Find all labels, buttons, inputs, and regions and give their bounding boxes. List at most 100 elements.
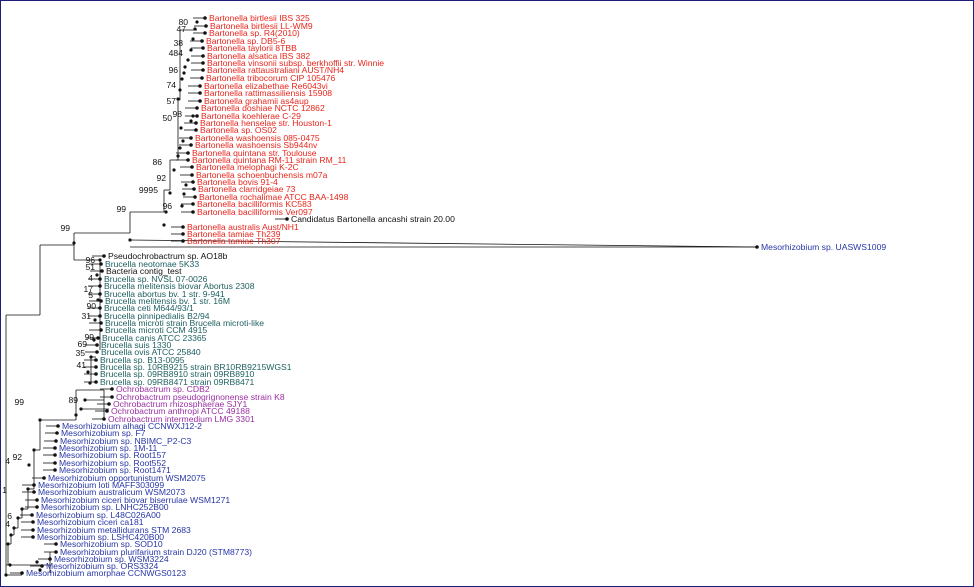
tip-node-33 [99,262,103,266]
tip-node-12 [195,106,199,110]
support-value-7: 98 [172,109,182,119]
tip-node-9 [198,84,202,88]
internal-node-46 [35,560,39,564]
tip-node-20 [190,165,194,169]
support-value-19: 5 [88,290,93,300]
tip-node-75 [20,571,24,575]
tip-node-39 [98,306,102,310]
internal-node-12 [179,126,183,130]
internal-node-24 [72,241,76,245]
tip-node-1 [204,24,208,28]
internal-node-22 [162,223,166,227]
support-value-14: 99 [60,223,70,233]
tip-node-26 [191,210,195,214]
internal-node-3 [189,48,193,52]
tip-node-61 [53,468,57,472]
tip-node-66 [35,505,39,509]
taxon-label-75: Mesorhizobium amorphae CCNWGS0123 [26,568,186,578]
tip-node-28 [181,225,185,229]
tip-node-56 [55,431,59,435]
internal-node-6 [182,71,186,75]
tip-node-69 [31,528,35,532]
tip-node-55 [56,424,60,428]
tip-node-71 [54,542,58,546]
support-value-10: 92 [156,173,166,183]
tip-node-65 [35,498,39,502]
internal-node-9 [176,97,180,101]
taxon-label-30: Bartonella tamiae Th307 [187,236,281,246]
tip-node-35 [98,277,102,281]
tip-node-15 [194,128,198,132]
tip-node-67 [30,513,34,517]
internal-node-34 [79,407,83,411]
internal-node-5 [183,65,187,69]
support-value-25: 41 [76,360,86,370]
internal-node-0 [195,20,199,24]
tip-node-36 [98,284,102,288]
tip-node-7 [201,68,205,72]
internal-node-8 [178,88,182,92]
tip-node-32 [102,254,106,258]
tip-node-3 [200,39,204,43]
tip-node-18 [186,151,190,155]
internal-node-16 [172,168,176,172]
support-value-21: 31 [81,311,91,321]
tip-node-19 [186,158,190,162]
internal-node-48 [4,573,8,577]
support-value-6: 57 [166,96,176,106]
internal-node-38 [27,463,31,467]
internal-node-43 [9,533,13,537]
support-value-13: 99 [116,204,126,214]
tip-node-45 [95,350,99,354]
tip-node-23 [192,187,196,191]
tip-node-37 [98,292,102,296]
internal-node-40 [20,507,24,511]
tip-node-14 [194,121,198,125]
internal-node-19 [180,204,184,208]
tip-node-50 [110,387,114,391]
internal-node-1 [193,27,197,31]
support-value-29: 92 [12,452,22,462]
taxon-label-27: Candidatus Bartonella ancashi strain 20.… [291,214,455,224]
support-value-26: 89 [68,395,78,405]
tip-node-30 [181,239,185,243]
tip-node-43 [96,336,100,340]
internal-node-20 [168,191,172,195]
tip-node-13 [195,114,199,118]
support-value-27: 99 [14,397,24,407]
internal-node-4 [186,58,190,62]
internal-node-41 [16,516,20,520]
internal-node-30 [89,355,93,359]
internal-node-14 [178,146,182,150]
support-value-20: 90 [86,301,96,311]
support-value-4: 96 [168,65,178,75]
tip-node-17 [189,143,193,147]
internal-node-2 [191,37,195,41]
tip-node-22 [191,180,195,184]
tip-node-57 [54,439,58,443]
internal-node-31 [86,370,90,374]
tip-node-64 [32,490,36,494]
tip-node-4 [201,46,205,50]
tip-node-41 [99,321,103,325]
tip-node-63 [32,483,36,487]
internal-node-37 [32,448,36,452]
taxon-labels: Bartonella birtlesii IBS 325Bartonella b… [26,13,886,578]
tip-node-29 [181,232,185,236]
support-value-9: 86 [152,157,162,167]
support-value-28: 4 [5,456,10,466]
support-value-5: 74 [166,80,176,90]
tip-node-10 [198,91,202,95]
support-value-2: 38 [173,38,183,48]
phylogenetic-tree: Bartonella birtlesii IBS 325Bartonella b… [2,13,886,578]
internal-node-35 [74,413,78,417]
support-value-24: 35 [75,348,85,358]
support-value-30: 1 [2,485,7,495]
internal-node-36 [38,418,42,422]
tip-node-40 [98,314,102,318]
tip-node-44 [95,343,99,347]
internal-node-25 [98,258,102,262]
tip-node-38 [99,299,103,303]
internal-node-17 [184,183,188,187]
support-value-32: 4 [5,519,10,529]
